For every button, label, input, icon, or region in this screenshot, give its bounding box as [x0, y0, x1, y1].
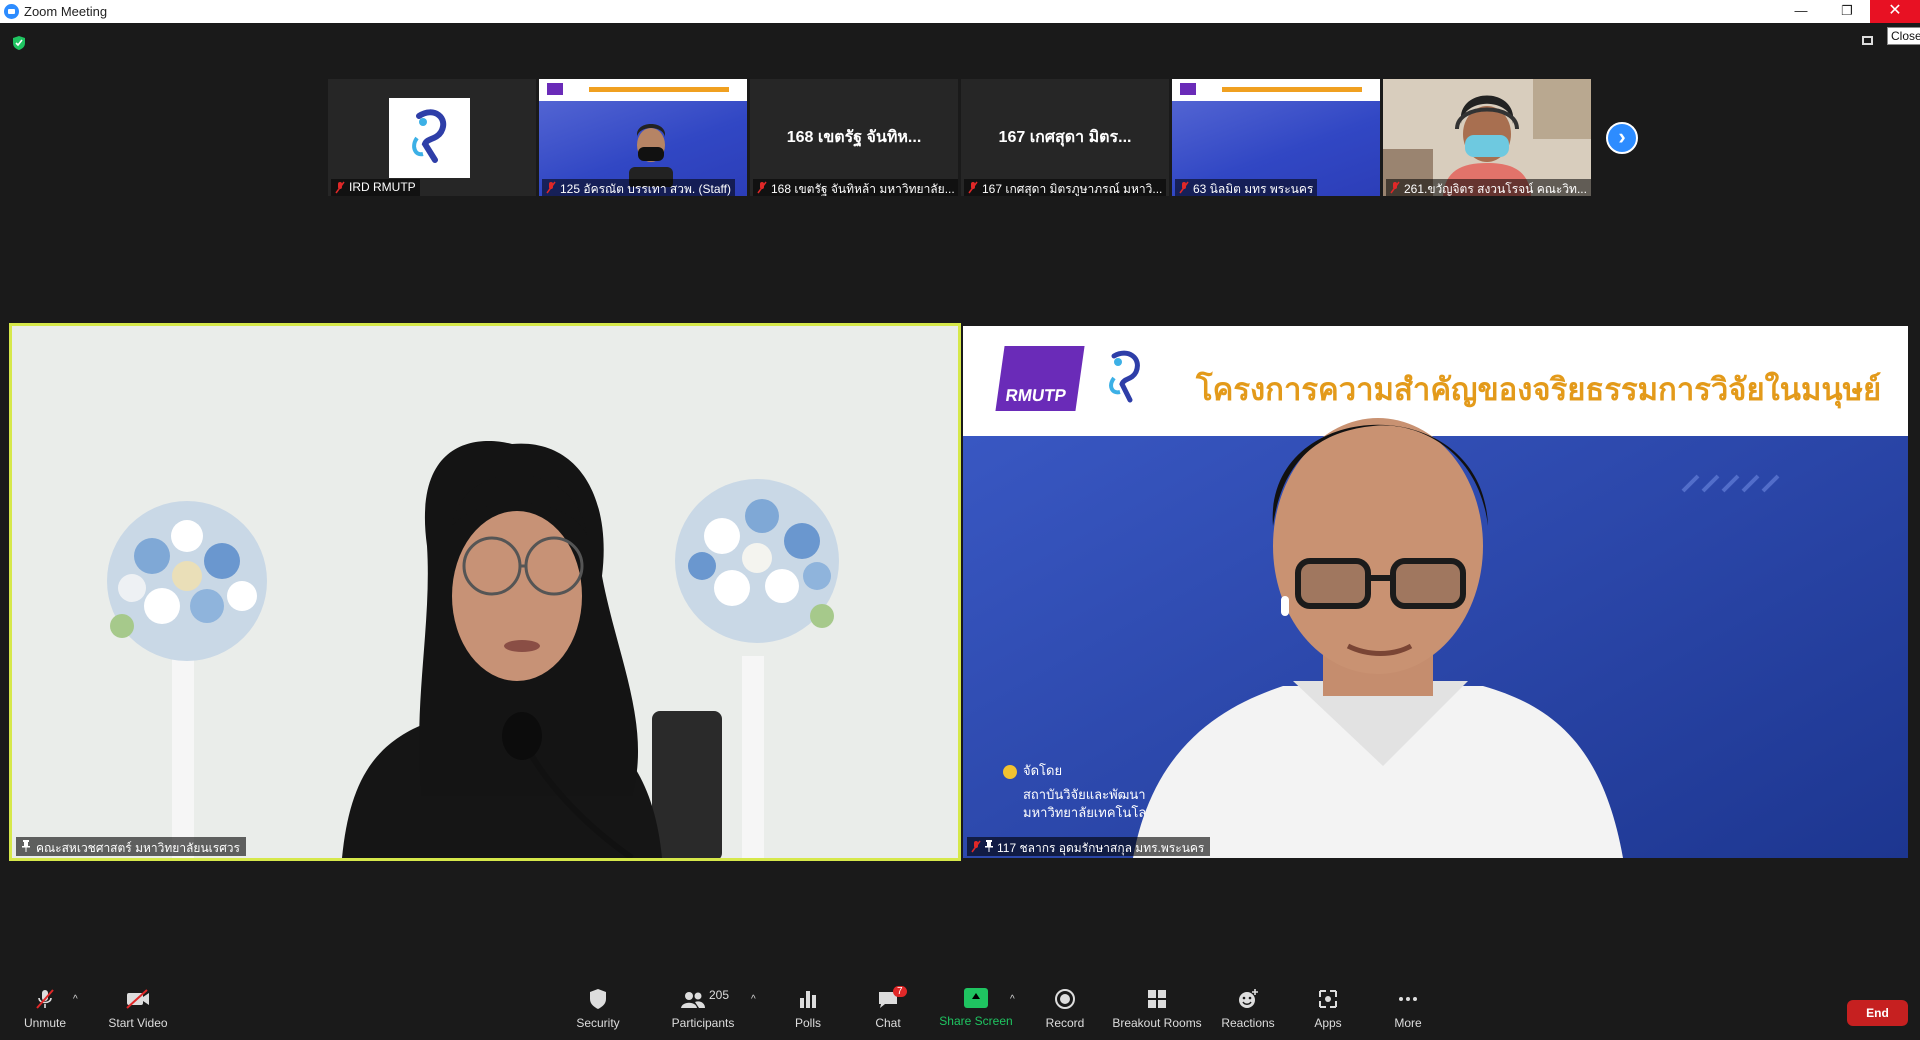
muted-mic-icon: [971, 840, 981, 853]
chat-unread-badge: 7: [893, 986, 907, 997]
share-screen-label: Share Screen: [939, 1014, 1013, 1028]
share-screen-icon: [964, 988, 988, 1008]
title-bar: Zoom Meeting — ❐ ✕: [0, 0, 1920, 23]
chevron-right-icon: ›: [1618, 124, 1626, 149]
share-options-caret[interactable]: ^: [1010, 994, 1015, 1005]
participants-button[interactable]: 205 Participants: [658, 988, 748, 1030]
next-page-button[interactable]: ›: [1606, 122, 1638, 154]
muted-mic-icon: [968, 181, 978, 194]
muted-mic-icon: [36, 989, 54, 1009]
apps-label: Apps: [1314, 1016, 1342, 1030]
muted-mic-icon: [335, 181, 345, 194]
video-off-icon: [126, 989, 149, 1009]
apps-button[interactable]: Apps: [1283, 988, 1373, 1030]
participant-video: [1133, 418, 1623, 858]
grid-view-icon: [1862, 36, 1873, 46]
video-thumbnail[interactable]: IRD RMUTP: [328, 79, 536, 196]
chat-label: Chat: [875, 1016, 901, 1030]
muted-mic-icon: [1390, 181, 1400, 194]
participants-label: Participants: [671, 1016, 735, 1030]
more-dots-icon: [1399, 997, 1417, 1001]
security-button[interactable]: Security: [553, 988, 643, 1030]
participant-display-name: 168 เขตรัฐ จันทิห...: [786, 129, 922, 146]
start-video-label: Start Video: [108, 1016, 168, 1030]
ird-logo: [389, 98, 470, 178]
participant-name: 168 เขตรัฐ จันทิหล้า มหาวิทยาลัย...: [753, 179, 958, 196]
encryption-shield-icon[interactable]: [12, 35, 26, 51]
flower-bouquet-left: [107, 501, 267, 661]
pin-icon: [985, 840, 993, 852]
speaker-name-text: คณะสหเวชศาสตร์ มหาวิทยาลัยนเรศวร: [36, 841, 240, 855]
breakout-rooms-icon: [1148, 990, 1166, 1008]
participant-name-text: 261.ขวัญจิตร สงวนโรจน์ คณะวิท...: [1404, 182, 1587, 196]
zoom-app-icon: [4, 4, 19, 19]
participant-display-name: 167 เกศสุดา มิตร...: [998, 129, 1132, 146]
breakout-rooms-label: Breakout Rooms: [1112, 1016, 1202, 1030]
participants-icon: [681, 992, 705, 1008]
participants-count: 205: [709, 988, 730, 1002]
window-title: Zoom Meeting: [24, 4, 108, 19]
participant-name: 261.ขวัญจิตร สงวนโรจน์ คณะวิท...: [1386, 179, 1591, 196]
speaker-name-label: คณะสหเวชศาสตร์ มหาวิทยาลัยนเรศวร: [16, 837, 246, 856]
breakout-rooms-button[interactable]: Breakout Rooms: [1102, 988, 1212, 1030]
security-label: Security: [576, 1016, 620, 1030]
participant-name: 125 อัครณัต บรรเทา สวพ. (Staff): [542, 179, 735, 196]
unmute-label: Unmute: [23, 1016, 67, 1030]
video-thumbnail[interactable]: 168 เขตรัฐ จันทิห... 168 เขตรัฐ จันทิหล้…: [750, 79, 958, 196]
polls-label: Polls: [794, 1016, 821, 1030]
record-label: Record: [1045, 1016, 1085, 1030]
participant-name: 63 นิลมิต มทร พระนคร: [1175, 179, 1318, 196]
more-label: More: [1394, 1016, 1422, 1030]
video-thumbnail[interactable]: 167 เกศสุดา มิตร... 167 เกศสุดา มิตรภูษา…: [961, 79, 1169, 196]
participant-name-text: 167 เกศสุดา มิตรภูษาภรณ์ มหาวิ...: [982, 182, 1163, 196]
video-thumbnail[interactable]: 125 อัครณัต บรรเทา สวพ. (Staff): [539, 79, 747, 196]
participant-name-text: 117 ชลากร อุดมรักษาสกุล มทร.พระนคร: [997, 841, 1205, 855]
participant-name: 167 เกศสุดา มิตรภูษาภรณ์ มหาวิ...: [964, 179, 1167, 196]
participant-name-text: IRD RMUTP: [349, 180, 416, 194]
close-tooltip: Close: [1887, 27, 1920, 45]
restore-button[interactable]: ❐: [1824, 0, 1870, 23]
muted-mic-icon: [546, 181, 556, 194]
close-button[interactable]: ✕: [1870, 0, 1920, 23]
apps-icon: [1319, 990, 1337, 1008]
participant-video-tile[interactable]: RMUTP โครงการความสำคัญของจริยธรรมการวิจั…: [963, 326, 1908, 858]
smiley-icon: [1239, 989, 1258, 1008]
audio-options-caret[interactable]: ^: [73, 994, 78, 1005]
polls-icon: [800, 991, 816, 1008]
participant-name-text: 63 นิลมิต มทร พระนคร: [1193, 182, 1314, 196]
share-screen-button[interactable]: Share Screen: [931, 988, 1021, 1028]
polls-button[interactable]: Polls: [763, 988, 853, 1030]
view-button[interactable]: [1862, 33, 1877, 47]
participant-name-label: 117 ชลากร อุดมรักษาสกุล มทร.พระนคร: [967, 837, 1211, 856]
reactions-button[interactable]: Reactions: [1203, 988, 1293, 1030]
shield-icon: [590, 989, 606, 1009]
record-icon: [1055, 989, 1075, 1009]
more-button[interactable]: More: [1363, 988, 1453, 1030]
record-button[interactable]: Record: [1020, 988, 1110, 1030]
muted-mic-icon: [1179, 181, 1189, 194]
muted-mic-icon: [757, 181, 767, 194]
video-thumbnail[interactable]: 261.ขวัญจิตร สงวนโรจน์ คณะวิท...: [1383, 79, 1591, 196]
hands-on-based-logo-icon: [412, 109, 447, 163]
end-meeting-button[interactable]: End: [1847, 1000, 1908, 1026]
participant-name-text: 168 เขตรัฐ จันทิหล้า มหาวิทยาลัย...: [771, 182, 955, 196]
reactions-label: Reactions: [1221, 1016, 1275, 1030]
speaker-video-tile[interactable]: คณะสหเวชศาสตร์ มหาวิทยาลัยนเรศวร: [9, 323, 961, 861]
video-thumbnail[interactable]: 63 นิลมิต มทร พระนคร: [1172, 79, 1380, 196]
pin-icon: [22, 840, 30, 852]
start-video-button[interactable]: Start Video: [93, 988, 183, 1030]
participant-video: [629, 124, 673, 187]
participant-name: IRD RMUTP: [331, 179, 420, 196]
minimize-button[interactable]: —: [1778, 0, 1824, 23]
flower-bouquet-right: [675, 479, 839, 643]
participants-options-caret[interactable]: ^: [751, 994, 756, 1005]
speaker-video: [12, 326, 958, 858]
chat-button[interactable]: 7 Chat: [843, 986, 933, 1030]
participant-name-text: 125 อัครณัต บรรเทา สวพ. (Staff): [560, 182, 731, 196]
